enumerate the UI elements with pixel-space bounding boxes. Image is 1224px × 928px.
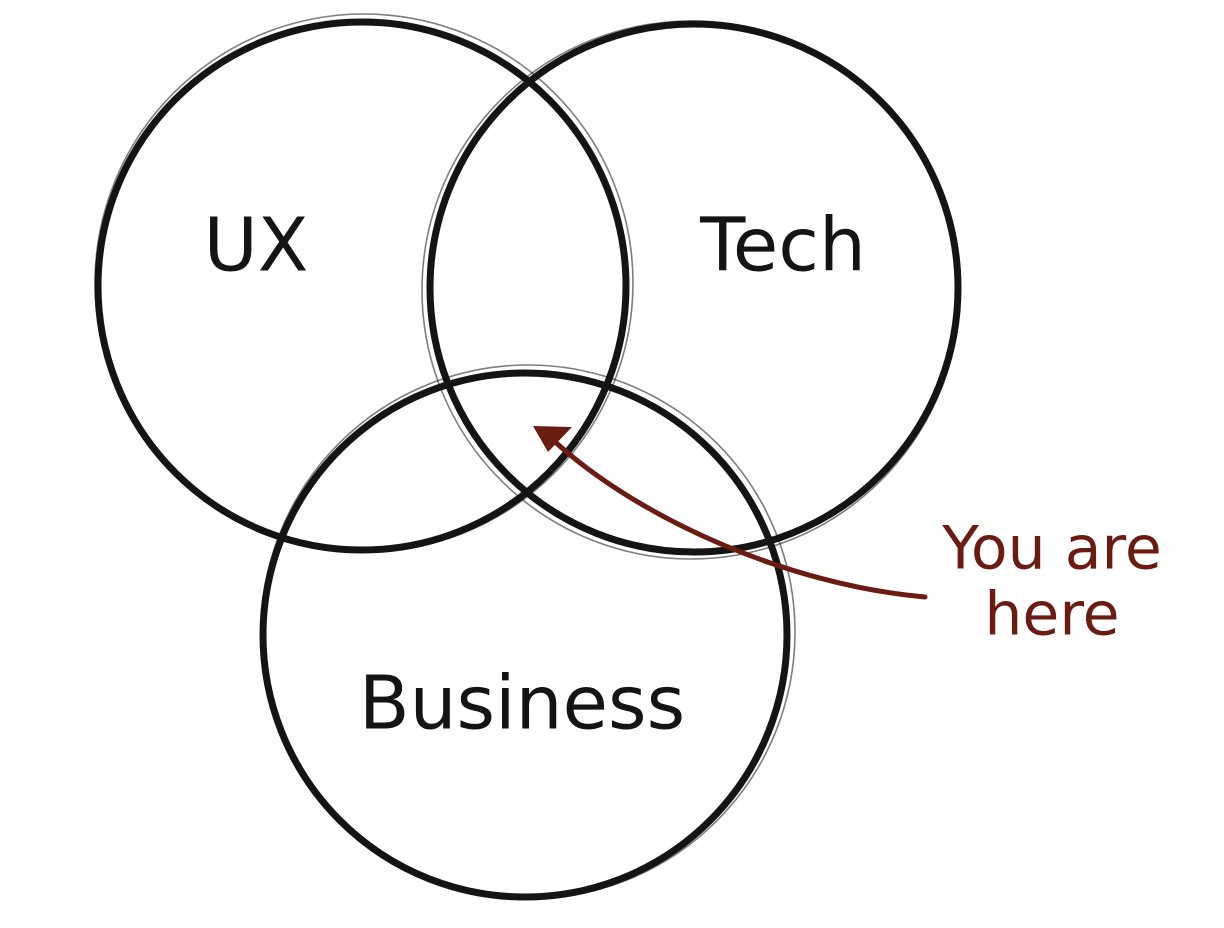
tech-circle [421, 20, 962, 560]
ux-label: UX [204, 203, 309, 289]
you-are-here-arrow [533, 426, 928, 600]
ux-circle [94, 13, 634, 554]
tech-label: Tech [699, 203, 866, 289]
you-are-here-label-line-2: here [984, 580, 1119, 650]
you-are-here-label-line-1: You are [941, 514, 1162, 584]
business-label: Business [359, 661, 685, 747]
business-circle [259, 364, 796, 901]
venn-diagram: UX Tech Business You are here [94, 13, 1162, 901]
